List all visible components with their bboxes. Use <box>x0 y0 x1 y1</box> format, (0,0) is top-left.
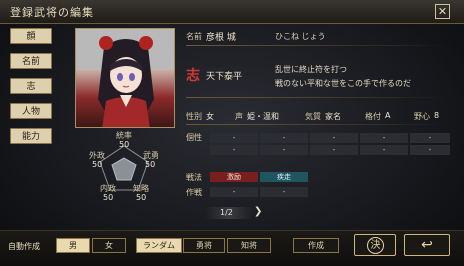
divider <box>186 124 450 125</box>
close-button[interactable]: ✕ <box>435 4 450 19</box>
temper-value: 家名 <box>325 112 341 121</box>
trait-slot[interactable]: - <box>310 145 358 155</box>
decide-button[interactable]: 決 <box>354 234 396 256</box>
page-indicator: 1/2 <box>220 208 233 217</box>
sidebar-item-face[interactable]: 顔 <box>10 28 52 44</box>
back-button[interactable]: ↩ <box>404 234 450 256</box>
trait-slot[interactable]: - <box>260 133 308 143</box>
sidebar-item-name[interactable]: 名前 <box>10 53 52 69</box>
officer-name: 彦根 城 <box>206 33 236 43</box>
ambition-desc-line2: 戦のない平和な世をこの手で作るのだ <box>275 79 411 88</box>
intellect-value: 50 <box>136 193 147 202</box>
sidebar-item-ambition[interactable]: 志 <box>10 78 52 94</box>
gender-female-toggle[interactable]: 女 <box>92 238 126 253</box>
gender-label: 性別 <box>186 112 202 121</box>
divider <box>186 97 450 98</box>
leadership-value: 50 <box>119 140 130 149</box>
traits-label: 個性 <box>186 133 202 142</box>
ambition-mark: 志 <box>186 68 200 84</box>
portrait-illustration <box>76 29 174 127</box>
rank-label: 格付 <box>365 112 381 121</box>
ambition-title: 天下泰平 <box>206 72 243 82</box>
strategy-label: 作戦 <box>186 188 202 197</box>
tactic-slot[interactable]: 疾走 <box>260 172 308 182</box>
name-label: 名前 <box>186 32 202 41</box>
gender-value: 女 <box>206 112 214 121</box>
trait-slot[interactable]: - <box>260 145 308 155</box>
divider <box>186 45 450 46</box>
name-reading: ひこね じょう <box>275 32 326 41</box>
next-page-button[interactable]: ❯ <box>254 206 262 217</box>
gender-male-toggle[interactable]: 男 <box>56 238 90 253</box>
auto-create-label: 自動作成 <box>8 242 40 251</box>
tactic-slot[interactable]: 激励 <box>210 172 258 182</box>
trait-slot[interactable]: - <box>210 133 258 143</box>
trait-slot[interactable]: - <box>410 145 450 155</box>
trait-slot[interactable]: - <box>410 133 450 143</box>
diplomacy-value: 50 <box>92 160 103 169</box>
trait-slot[interactable]: - <box>360 133 408 143</box>
brave-type-toggle[interactable]: 勇将 <box>183 238 225 253</box>
trait-slot[interactable]: - <box>210 145 258 155</box>
title-bar: 登録武将の編集 ✕ <box>0 0 464 24</box>
portrait-image[interactable] <box>75 28 175 128</box>
ambition-level-value: 8 <box>434 111 440 120</box>
voice-value: 姫・温和 <box>247 112 279 121</box>
sidebar-item-persona[interactable]: 人物 <box>10 103 52 119</box>
window-title: 登録武将の編集 <box>10 6 94 19</box>
ambition-level-label: 野心 <box>414 112 430 121</box>
decide-icon: 決 <box>367 237 384 254</box>
politics-value: 50 <box>103 193 114 202</box>
trait-slot[interactable]: - <box>360 145 408 155</box>
military-value: 50 <box>145 160 156 169</box>
strategy-slot[interactable]: - <box>260 187 308 197</box>
ambition-desc-line1: 乱世に終止符を打つ <box>275 65 347 74</box>
wise-type-toggle[interactable]: 知将 <box>227 238 271 253</box>
tactics-label: 戦法 <box>186 173 202 182</box>
random-type-toggle[interactable]: ランダム <box>136 238 182 253</box>
create-button[interactable]: 作成 <box>293 238 339 253</box>
rank-value: A <box>385 111 391 120</box>
strategy-slot[interactable]: - <box>210 187 258 197</box>
trait-slot[interactable]: - <box>310 133 358 143</box>
sidebar-item-ability[interactable]: 能力 <box>10 128 52 144</box>
voice-label: 声 <box>235 112 243 121</box>
temper-label: 気質 <box>305 112 321 121</box>
